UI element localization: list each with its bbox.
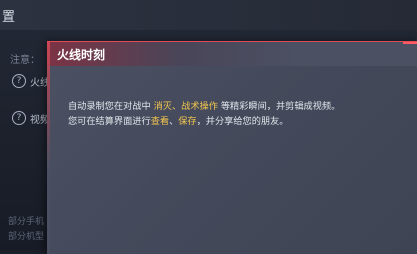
- fireline-moment-dialog: 火线时刻: [47, 41, 417, 254]
- settings-title: 置: [2, 10, 16, 25]
- question-circle-icon[interactable]: ?: [12, 111, 26, 125]
- dialog-accent-edge: [47, 42, 50, 254]
- settings-footnote: 部分手机: [8, 217, 45, 227]
- highlight-save: 保存: [178, 116, 197, 127]
- dialog-title: 火线时刻: [57, 48, 106, 62]
- dialog-header: 火线时刻: [47, 42, 417, 66]
- dialog-description: 自动录制您在对战中 消灭、战术操作 等精彩瞬间，并剪辑成视频。 您可在结算界面进…: [68, 99, 368, 129]
- text-prefix: 您可在结算界面进行: [68, 116, 151, 127]
- description-line-1: 自动录制您在对战中 消灭、战术操作 等精彩瞬间，并剪辑成视频。: [68, 99, 368, 114]
- highlight-separator: 、: [171, 101, 182, 112]
- highlight-tactical-ops: 战术操作: [181, 101, 218, 112]
- settings-footnote: 部分机型: [8, 232, 45, 242]
- highlight-separator: 、: [169, 116, 179, 127]
- description-line-2: 您可在结算界面进行查看、保存，并分享给您的朋友。: [68, 114, 368, 129]
- settings-note: 注意：: [10, 55, 40, 66]
- text-suffix: ，并分享给您的朋友。: [196, 116, 289, 127]
- settings-row-fireline[interactable]: ? 火线: [12, 72, 50, 90]
- text-prefix: 自动录制您在对战中: [68, 101, 154, 112]
- settings-row-video[interactable]: ? 视频: [12, 109, 50, 127]
- highlight-eliminate: 消灭: [153, 101, 172, 112]
- dialog-corner-accent: [403, 42, 417, 58]
- text-suffix: 等精彩瞬间，并剪辑成视频。: [217, 101, 341, 112]
- settings-header: 置: [0, 0, 417, 30]
- highlight-view: 查看: [150, 116, 170, 127]
- question-circle-icon[interactable]: ?: [12, 74, 26, 88]
